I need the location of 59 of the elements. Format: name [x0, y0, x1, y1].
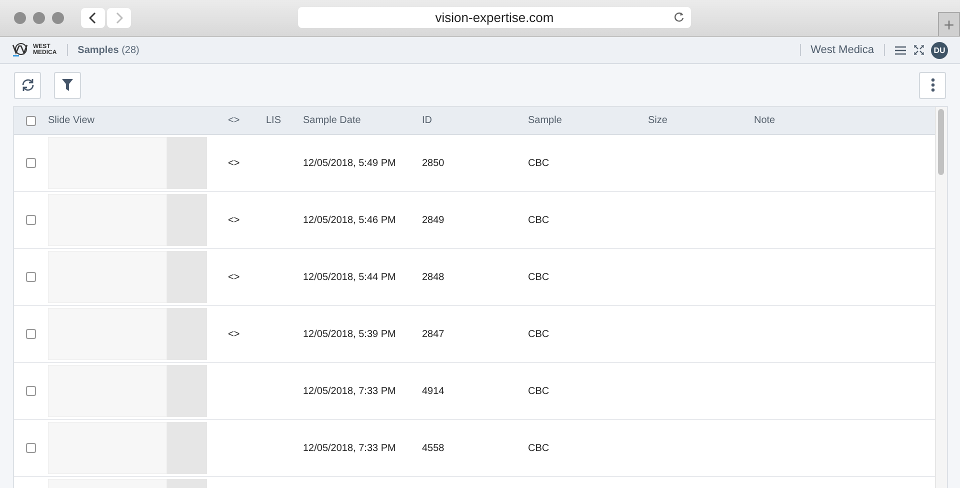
menu-icon[interactable] [895, 46, 906, 54]
table-cell: 12/05/2018, 7:33 PM [303, 386, 396, 396]
table-cell: 2848 [422, 272, 444, 282]
more-button[interactable] [919, 72, 946, 98]
column-header[interactable]: Size [648, 115, 668, 126]
filter-icon [62, 79, 73, 91]
table-cell: 12/05/2018, 5:39 PM [303, 328, 396, 340]
table-cell: CBC [528, 442, 550, 454]
minimize-light-icon[interactable] [33, 12, 45, 24]
refresh-icon [20, 78, 34, 92]
refresh-button[interactable] [14, 72, 41, 98]
reload-icon[interactable] [673, 11, 685, 23]
column-header[interactable]: Sample Date [303, 115, 361, 126]
table-cell: 12/05/2018, 7:33 PM [303, 442, 396, 454]
table-cell: CBC [528, 328, 550, 340]
fullscreen-icon[interactable] [914, 45, 924, 55]
back-button[interactable] [81, 8, 105, 28]
column-header[interactable]: ID [422, 115, 432, 126]
table-cell: 2849 [422, 214, 444, 226]
code-link[interactable]: <> [228, 214, 240, 226]
table-cell: 4558 [422, 442, 444, 454]
table-cell: 2850 [422, 158, 444, 168]
zoom-light-icon[interactable] [52, 12, 64, 24]
row-checkbox[interactable] [26, 215, 36, 225]
row-checkbox[interactable] [26, 272, 36, 282]
organization-name: West Medica [810, 44, 874, 56]
scrollbar-thumb[interactable] [938, 109, 944, 175]
select-all-checkbox[interactable] [26, 116, 36, 126]
table-cell: CBC [528, 272, 550, 282]
address-bar[interactable]: vision-expertise.com [298, 7, 691, 28]
column-header[interactable]: <> [228, 115, 240, 126]
table-cell: CBC [528, 214, 550, 226]
more-vertical-icon [930, 78, 934, 92]
table-cell: CBC [528, 158, 550, 168]
table-cell: 4914 [422, 386, 444, 396]
row-checkbox[interactable] [26, 329, 36, 339]
row-checkbox[interactable] [26, 386, 36, 396]
code-link[interactable]: <> [228, 158, 240, 168]
column-header[interactable]: LIS [266, 115, 282, 126]
table-cell: CBC [528, 386, 550, 396]
table-cell: 12/05/2018, 5:46 PM [303, 214, 396, 226]
chevron-left-icon [89, 12, 97, 24]
table-cell: 12/05/2018, 5:44 PM [303, 272, 396, 282]
close-light-icon[interactable] [14, 12, 26, 24]
chevron-right-icon [115, 12, 123, 24]
new-tab-button[interactable]: + [938, 12, 960, 36]
code-link[interactable]: <> [228, 328, 240, 340]
user-avatar[interactable]: DU [931, 42, 948, 58]
table-cell: 12/05/2018, 5:49 PM [303, 158, 396, 168]
column-header[interactable]: Sample [528, 115, 562, 126]
code-link[interactable]: <> [228, 272, 240, 282]
page-title: Samples (28) [78, 44, 140, 56]
filter-button[interactable] [54, 72, 81, 98]
column-header[interactable]: Slide View [48, 115, 95, 126]
row-checkbox[interactable] [26, 443, 36, 453]
column-header[interactable]: Note [754, 115, 776, 126]
table-cell: 2847 [422, 328, 444, 340]
logo-icon [12, 43, 30, 57]
row-checkbox[interactable] [26, 158, 36, 168]
